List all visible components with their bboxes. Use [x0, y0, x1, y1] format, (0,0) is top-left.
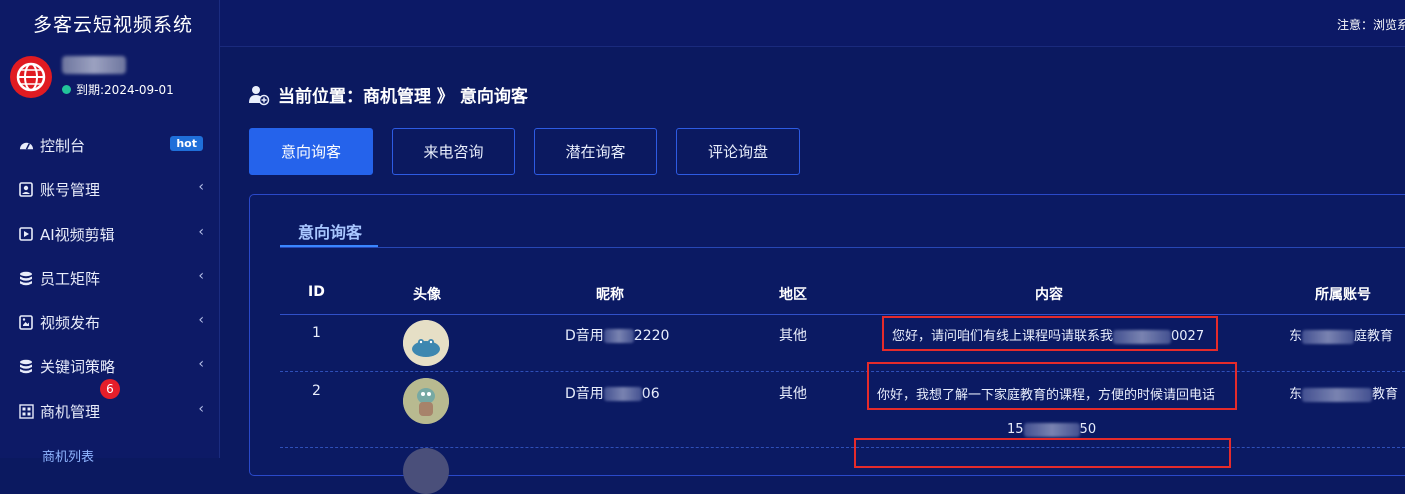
row-region: 其他 [779, 386, 807, 402]
user-avatar-icon[interactable] [10, 56, 52, 98]
column-header-avatar: 头像 [413, 287, 441, 303]
sidebar-item-label: 账号管理 [40, 180, 101, 199]
sidebar-item-ai-video[interactable]: AI视频剪辑 ‹ [18, 222, 208, 246]
sidebar-item-staff[interactable]: 员工矩阵 ‹ [18, 266, 208, 290]
row-account: 东庭教育 [1289, 329, 1394, 344]
tab-comment-inquiry[interactable]: 评论询盘 [676, 128, 800, 175]
user-avatar[interactable] [403, 448, 449, 494]
chevron-left-icon: ‹ [198, 312, 204, 328]
user-name-redacted [62, 56, 126, 74]
status-dot-icon [62, 85, 71, 94]
sidebar-item-publish[interactable]: 视频发布 ‹ [18, 310, 208, 334]
sidebar-item-account[interactable]: 账号管理 ‹ [18, 177, 208, 201]
notification-count-badge: 6 [100, 379, 120, 399]
sidebar-item-label: 商机管理 [40, 402, 101, 421]
chevron-left-icon: ‹ [198, 179, 204, 195]
sidebar-item-business[interactable]: 商机管理 6 ‹ [18, 379, 208, 423]
highlight-box [854, 438, 1231, 468]
column-header-account: 所属账号 [1315, 287, 1371, 303]
business-icon [18, 403, 34, 419]
sidebar-item-label: AI视频剪辑 [40, 225, 115, 244]
expire-date: 到期:2024-09-01 [62, 81, 174, 98]
row-nickname: D音用 06 [565, 386, 660, 402]
row-content: 您好，请问咱们有线上课程吗请联系我 0027 [892, 329, 1205, 344]
dashboard-icon [18, 137, 34, 153]
tab-call-inquiry[interactable]: 来电咨询 [392, 128, 515, 175]
user-add-icon [248, 84, 270, 106]
row-content: 你好，我想了解一下家庭教育的课程，方便的时候请回电话 [877, 388, 1216, 403]
chevron-left-icon: ‹ [198, 224, 204, 240]
panel-tab-title[interactable]: 意向询客 [298, 219, 362, 243]
keyword-icon [18, 358, 34, 374]
sidebar-item-dashboard[interactable]: 控制台 hot [18, 133, 208, 157]
tab-potential-visitors[interactable]: 潜在询客 [534, 128, 657, 175]
sidebar-item-label: 控制台 [40, 136, 86, 155]
breadcrumb: 当前位置：商机管理 》 意向询客 [248, 82, 528, 107]
column-header-content: 内容 [1035, 287, 1063, 303]
sidebar-item-label: 员工矩阵 [40, 269, 101, 288]
video-edit-icon [18, 226, 34, 242]
column-header-nickname: 昵称 [596, 287, 624, 303]
column-header-id: ID [308, 284, 325, 300]
column-header-region: 地区 [779, 287, 807, 303]
table-header-divider [280, 314, 1405, 315]
row-id: 1 [312, 325, 321, 341]
user-avatar[interactable] [403, 320, 449, 366]
chevron-left-icon: ‹ [198, 356, 204, 372]
app-title: 多客云短视频系统 [33, 14, 194, 36]
account-icon [18, 181, 34, 197]
row-content-phone: 15 50 [1007, 422, 1097, 437]
panel-divider [280, 247, 1405, 248]
top-bar: 注意：浏览系 [220, 0, 1405, 47]
chevron-left-icon: ‹ [198, 268, 204, 284]
sidebar-item-label: 视频发布 [40, 313, 101, 332]
expire-text: 到期:2024-09-01 [76, 83, 174, 97]
row-nickname: D音用 2220 [565, 328, 670, 344]
user-avatar[interactable] [403, 378, 449, 424]
row-divider [280, 447, 1405, 448]
sidebar-subitem-business-list[interactable]: 商机列表 [42, 446, 94, 465]
hot-badge: hot [170, 136, 203, 151]
sidebar-item-label: 关键词策略 [40, 357, 116, 376]
database-icon [18, 270, 34, 286]
sidebar: 多客云短视频系统 到期:2024-09-01 控制台 hot 账号管理 ‹ AI… [0, 0, 220, 465]
notice-text: 注意：浏览系 [1336, 18, 1405, 32]
row-id: 2 [312, 383, 321, 399]
publish-icon [18, 314, 34, 330]
breadcrumb-text: 当前位置：商机管理 》 意向询客 [278, 87, 528, 107]
row-account: 东教育 [1289, 387, 1399, 402]
tab-intent-visitors[interactable]: 意向询客 [249, 128, 373, 175]
sidebar-item-keyword[interactable]: 关键词策略 ‹ [18, 354, 208, 378]
chevron-left-icon: ‹ [198, 401, 204, 417]
row-region: 其他 [779, 328, 807, 344]
